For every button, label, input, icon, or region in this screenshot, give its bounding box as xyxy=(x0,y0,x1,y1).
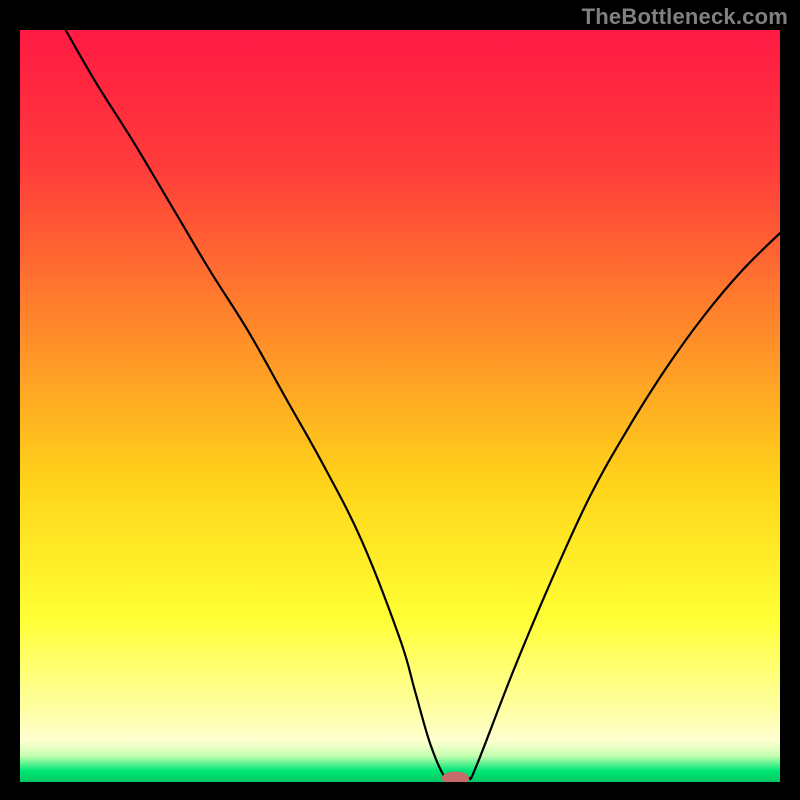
chart-container: TheBottleneck.com xyxy=(0,0,800,800)
watermark-text: TheBottleneck.com xyxy=(582,4,788,30)
plot-area xyxy=(20,30,780,782)
chart-svg xyxy=(20,30,780,782)
